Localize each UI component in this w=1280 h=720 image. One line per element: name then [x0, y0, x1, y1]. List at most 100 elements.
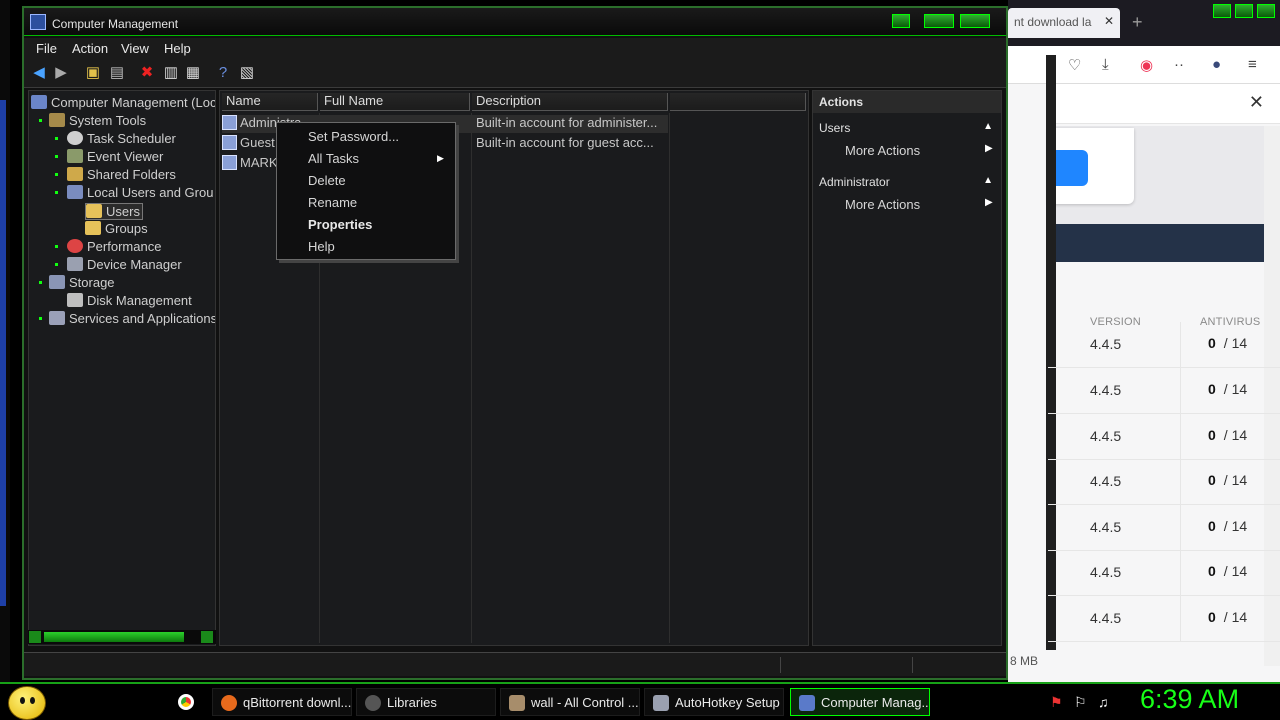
- tree-performance[interactable]: Performance: [67, 239, 161, 254]
- menu-rename[interactable]: Rename: [308, 195, 357, 210]
- menu-help[interactable]: Help: [308, 239, 335, 254]
- close-button[interactable]: [1257, 4, 1275, 18]
- clock[interactable]: 6:39 AM: [1140, 684, 1239, 715]
- task-qbittorrent[interactable]: qBittorrent downl...: [212, 688, 352, 716]
- menu-view[interactable]: View: [121, 41, 149, 56]
- actions-pane: Actions Users ▲ More Actions ▶ Administrat…: [812, 90, 1002, 646]
- table-row: 4.4.5 0/ 14: [1048, 550, 1280, 596]
- status-bar: [24, 652, 1006, 676]
- tree-groups[interactable]: Groups: [85, 221, 148, 236]
- maximize-button[interactable]: [1235, 4, 1253, 18]
- account-icon[interactable]: ●: [1212, 56, 1221, 73]
- task-computer-management[interactable]: Computer Manag...: [790, 688, 930, 716]
- download-strip: [1048, 224, 1280, 262]
- maximize-button[interactable]: [924, 14, 954, 28]
- task-autohotkey-setup[interactable]: AutoHotkey Setup: [644, 688, 784, 716]
- new-tab-icon[interactable]: +: [1132, 12, 1143, 33]
- actions-section-administrator[interactable]: Administrator ▲: [813, 171, 1001, 193]
- tree-disk-management[interactable]: Disk Management: [67, 293, 192, 308]
- computer-management-icon: [30, 14, 46, 30]
- disk-icon: [67, 293, 83, 307]
- close-icon[interactable]: ✕: [1249, 92, 1264, 113]
- start-button-smiley-icon[interactable]: [8, 686, 46, 720]
- event-viewer-icon: [67, 149, 83, 163]
- column-name[interactable]: Name: [222, 93, 318, 111]
- tree-event-viewer[interactable]: Event Viewer: [67, 149, 163, 164]
- scroll-left-icon[interactable]: [29, 631, 41, 643]
- tree-shared-folders[interactable]: Shared Folders: [67, 167, 176, 182]
- scroll-thumb[interactable]: [44, 632, 184, 642]
- collapse-icon[interactable]: ▲: [983, 121, 993, 132]
- console-tree-icon[interactable]: ▤: [108, 64, 126, 82]
- minimize-button[interactable]: [892, 14, 910, 28]
- delete-icon[interactable]: ✖: [138, 64, 156, 82]
- column-description[interactable]: Description: [472, 93, 668, 111]
- user-icon: [222, 135, 237, 150]
- menu-bar: File Action View Help: [24, 38, 1006, 60]
- desktop-edge: [0, 0, 10, 682]
- back-icon[interactable]: ◀: [30, 64, 48, 82]
- tree-task-scheduler[interactable]: Task Scheduler: [67, 131, 176, 146]
- table-row: 4.4.5 0/ 14: [1048, 414, 1280, 460]
- export-list-icon[interactable]: ▦: [184, 64, 202, 82]
- close-button[interactable]: [960, 14, 990, 28]
- context-menu: Set Password... All Tasks ▶ Delete Renam…: [276, 122, 456, 260]
- setup-icon: [653, 695, 669, 711]
- tree-users[interactable]: Users: [85, 203, 143, 220]
- control-panel-icon: [509, 695, 525, 711]
- tree-services-applications[interactable]: Services and Applications: [49, 311, 215, 326]
- up-folder-icon[interactable]: ▣: [84, 64, 102, 82]
- menu-icon[interactable]: ≡: [1248, 56, 1257, 73]
- browser-tab[interactable]: nt download la ✕: [1008, 8, 1120, 38]
- tree-device-manager[interactable]: Device Manager: [67, 257, 182, 272]
- chrome-icon[interactable]: [178, 694, 194, 710]
- menu-properties[interactable]: Properties: [308, 217, 372, 232]
- actions-section-users[interactable]: Users ▲: [813, 117, 1001, 139]
- collapse-icon[interactable]: ▲: [983, 175, 993, 186]
- user-icon: [222, 155, 237, 170]
- download-icon[interactable]: ⤓: [1102, 56, 1109, 73]
- tree-root[interactable]: Computer Management (Loc: [31, 95, 215, 110]
- tree-storage[interactable]: Storage: [49, 275, 115, 290]
- computer-icon: [31, 95, 47, 109]
- performance-icon: [67, 239, 83, 253]
- tab-title: nt download la: [1014, 15, 1092, 29]
- menu-file[interactable]: File: [36, 41, 57, 56]
- menu-delete[interactable]: Delete: [308, 173, 346, 188]
- network-error-icon[interactable]: ⚑: [1050, 694, 1063, 711]
- table-row: 4.4.5 0/ 14: [1048, 596, 1280, 642]
- size-fragment: 8 MB: [1010, 654, 1039, 668]
- clock-icon: [67, 131, 83, 145]
- tree-local-users[interactable]: Local Users and Grou: [67, 185, 213, 200]
- help-icon[interactable]: ?: [214, 64, 232, 82]
- action-center-icon[interactable]: ⚐: [1074, 694, 1087, 711]
- tree-horizontal-scrollbar[interactable]: [28, 630, 216, 644]
- menu-help[interactable]: Help: [164, 41, 191, 56]
- notification-bar: ✕: [1048, 84, 1280, 124]
- extension-dots-icon[interactable]: ··: [1174, 56, 1184, 73]
- task-control-panel[interactable]: wall - All Control ...: [500, 688, 640, 716]
- pocket-icon[interactable]: ♡: [1068, 56, 1081, 74]
- tree-system-tools[interactable]: System Tools: [49, 113, 146, 128]
- device-manager-icon: [67, 257, 83, 271]
- close-tab-icon[interactable]: ✕: [1104, 14, 1114, 28]
- forward-icon[interactable]: ▶: [52, 64, 70, 82]
- scroll-right-icon[interactable]: [201, 631, 213, 643]
- toolbar: ◀ ▶ ▣ ▤ ✖ ▥ ▦ ? ▧: [24, 60, 1006, 88]
- task-libraries[interactable]: Libraries: [356, 688, 496, 716]
- column-full-name[interactable]: Full Name: [320, 93, 470, 111]
- show-hide-action-pane-icon[interactable]: ▧: [238, 64, 256, 82]
- more-actions-administrator[interactable]: More Actions ▶: [845, 197, 993, 212]
- storage-icon: [49, 275, 65, 289]
- extension-icon[interactable]: ◉: [1140, 56, 1153, 74]
- minimize-button[interactable]: [1213, 4, 1231, 18]
- volume-icon[interactable]: ♫: [1098, 694, 1109, 710]
- folder-icon: [85, 221, 101, 235]
- users-icon: [67, 185, 83, 199]
- menu-all-tasks[interactable]: All Tasks: [308, 151, 359, 166]
- properties-icon[interactable]: ▥: [162, 64, 180, 82]
- menu-set-password[interactable]: Set Password...: [308, 129, 399, 144]
- more-actions-users[interactable]: More Actions ▶: [845, 143, 993, 158]
- menu-action[interactable]: Action: [72, 41, 108, 56]
- submenu-arrow-icon: ▶: [437, 153, 444, 163]
